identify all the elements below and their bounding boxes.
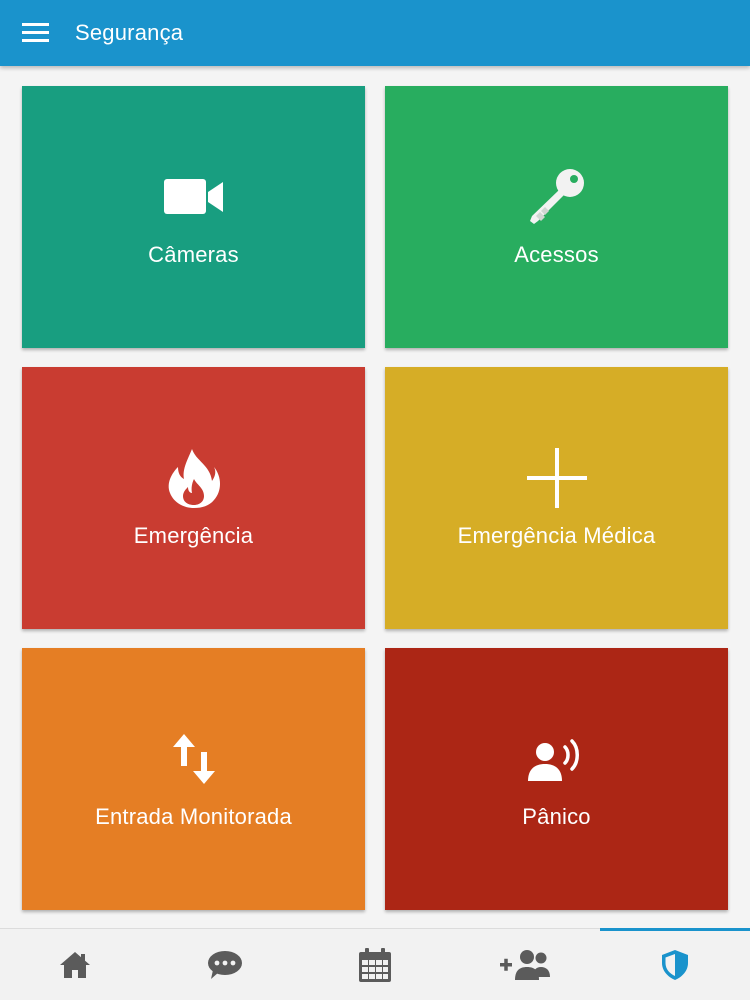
nav-item-calendar[interactable] <box>300 929 450 1000</box>
shield-icon <box>662 949 688 980</box>
hamburger-menu-icon <box>22 23 49 42</box>
person-alert-icon <box>527 739 579 781</box>
tile-panico[interactable]: Pânico <box>385 648 728 910</box>
nav-item-add-group[interactable] <box>450 929 600 1000</box>
plus-icon <box>526 448 587 508</box>
tile-label: Pânico <box>522 804 591 829</box>
tile-label: Câmeras <box>148 242 239 267</box>
up-down-arrows-icon <box>172 734 215 784</box>
tile-label: Emergência <box>133 523 254 548</box>
security-menu-grid: Câmeras Acessos Emergência Emergência Mé… <box>22 86 728 910</box>
tile-label: Emergência Médica <box>457 523 656 548</box>
fire-icon <box>168 449 220 508</box>
page-title: Segurança <box>75 20 184 45</box>
app-bar: Segurança <box>0 0 750 66</box>
tile-label: Acessos <box>514 242 599 267</box>
tile-acessos[interactable]: Acessos <box>385 86 728 348</box>
tile-label: Entrada Monitorada <box>95 804 292 829</box>
bottom-navigation <box>0 928 750 1000</box>
nav-item-chat[interactable] <box>150 929 300 1000</box>
tile-entrada-monitorada[interactable]: Entrada Monitorada <box>22 648 365 910</box>
video-camera-icon <box>163 179 223 214</box>
tile-emergencia[interactable]: Emergência <box>22 367 365 629</box>
home-icon <box>60 951 90 978</box>
add-group-icon <box>500 949 550 980</box>
tile-cameras[interactable]: Câmeras <box>22 86 365 348</box>
tile-emergencia-medica[interactable]: Emergência Médica <box>385 367 728 629</box>
chat-icon <box>208 950 242 979</box>
active-tab-indicator <box>600 928 750 931</box>
nav-item-security[interactable] <box>600 928 750 1000</box>
calendar-icon <box>359 947 391 982</box>
key-icon <box>529 169 584 224</box>
nav-item-home[interactable] <box>0 929 150 1000</box>
menu-button[interactable] <box>0 0 72 66</box>
